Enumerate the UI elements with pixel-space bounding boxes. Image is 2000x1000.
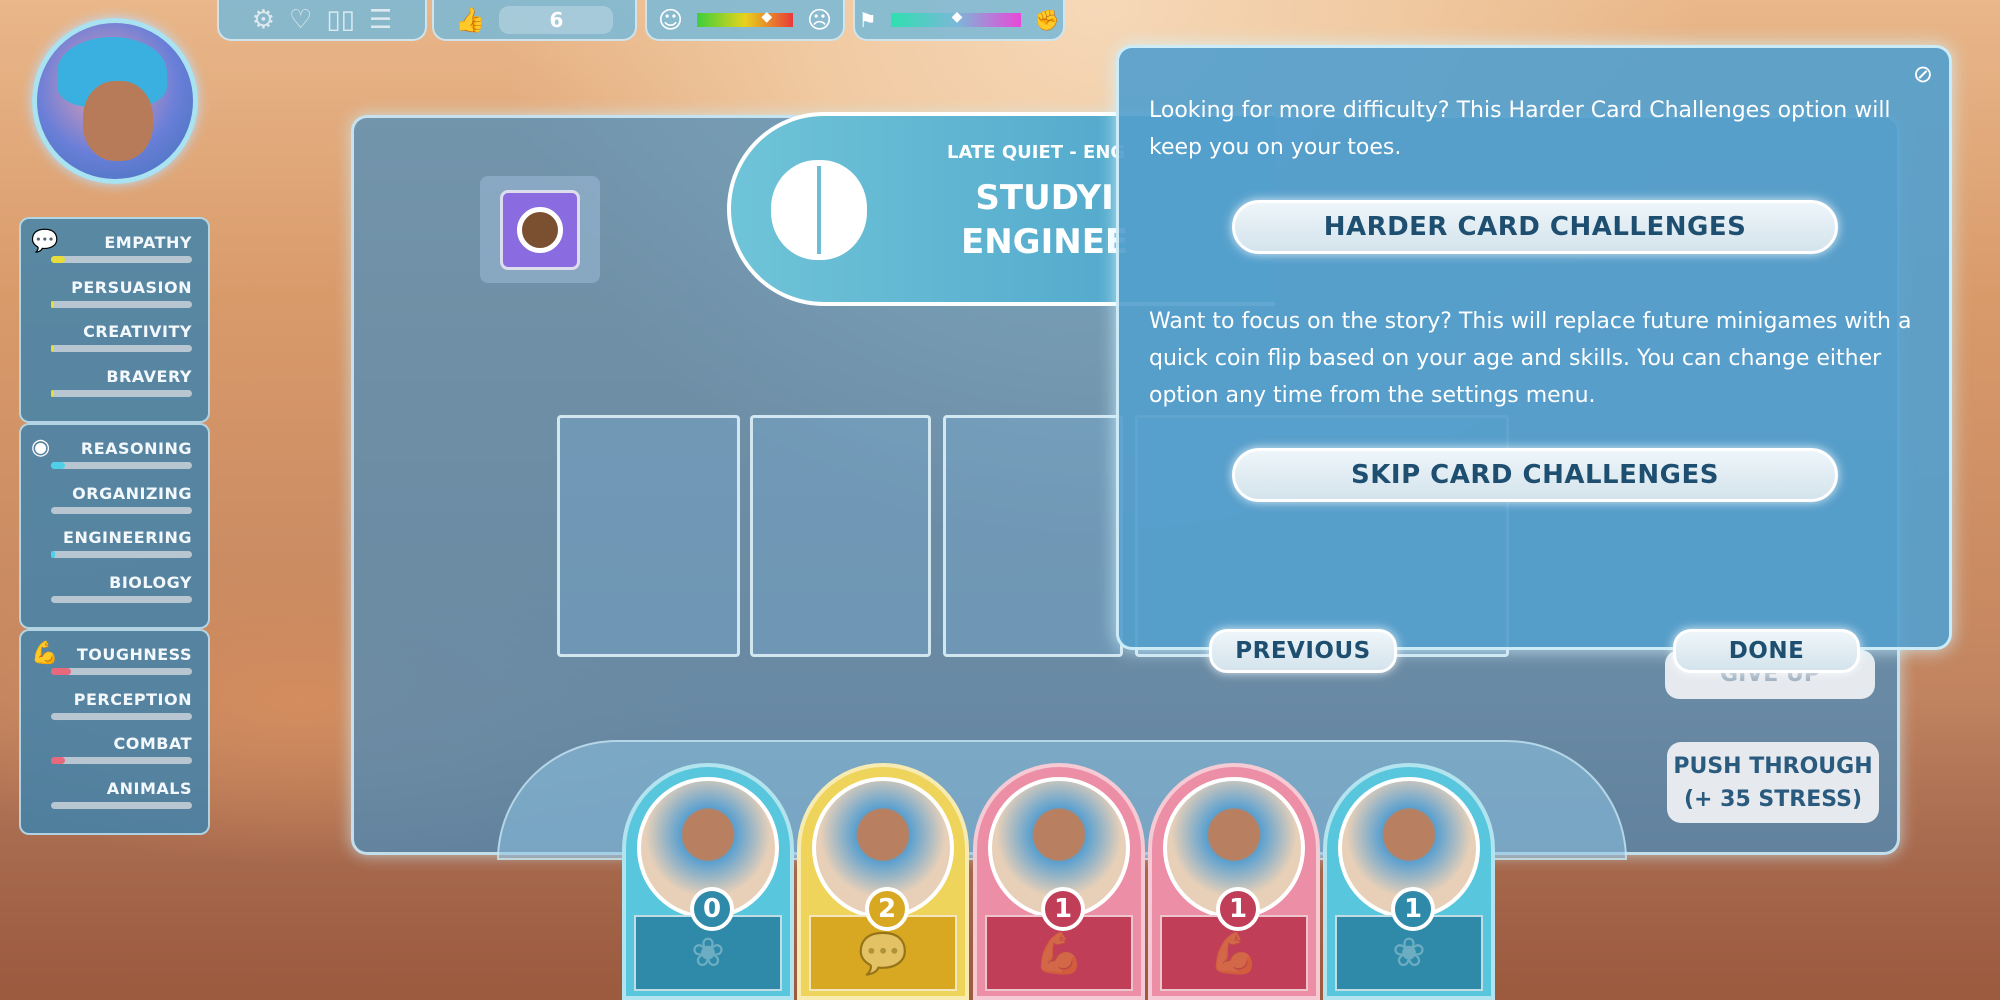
skill-biology[interactable]: BIOLOGY <box>49 573 192 618</box>
skill-progress-bar <box>51 595 192 603</box>
skill-reasoning[interactable]: REASONING <box>49 439 192 484</box>
skill-progress-bar <box>51 256 192 263</box>
card-slot[interactable] <box>750 415 931 657</box>
skill-progress-bar <box>51 757 192 764</box>
skill-progress-bar <box>51 462 192 469</box>
skill-label: BRAVERY <box>106 366 192 386</box>
done-button[interactable]: DONE <box>1673 629 1860 673</box>
menu-icon[interactable]: ☰ <box>369 7 392 33</box>
skill-bravery[interactable]: BRAVERY <box>49 367 192 412</box>
hide-icon[interactable]: ⊘ <box>1913 60 1933 88</box>
likes-value: 6 <box>499 5 614 34</box>
stance-meter: ⚑ ◆ ✊ <box>853 0 1065 41</box>
mood-meter: ☺ ◆ ☹ <box>645 0 845 41</box>
skill-progress-bar <box>51 345 192 352</box>
skill-progress-bar <box>51 551 192 558</box>
skill-perception[interactable]: PERCEPTION <box>49 690 192 735</box>
skill-card-muscle[interactable]: 💪 1 <box>973 763 1145 1000</box>
likes-counter: 👍 6 <box>432 0 637 41</box>
harder-card-challenges-button[interactable]: HARDER CARD CHALLENGES <box>1232 200 1838 254</box>
flag-icon: ⚑ <box>858 7 877 32</box>
brain-icon <box>771 160 867 260</box>
harder-description: Looking for more difficulty? This Harder… <box>1149 98 1891 160</box>
card-value: 2 <box>865 887 909 931</box>
skill-combat[interactable]: COMBAT <box>49 734 192 779</box>
card-value: 1 <box>1216 887 1260 931</box>
skill-label: PERCEPTION <box>73 689 192 709</box>
mood-bar: ◆ <box>697 9 793 27</box>
skill-persuasion[interactable]: PERSUASION <box>49 278 192 323</box>
coin-icon <box>517 207 563 253</box>
menu-bar: ⚙ ♡ ▯▯ ☰ <box>217 0 427 41</box>
skill-label: REASONING <box>80 439 192 458</box>
skill-group: ◉ REASONING ORGANIZING ENGINEERING BIOLOGY <box>19 423 210 629</box>
happy-face-icon: ☺ <box>657 5 683 34</box>
skill-progress-bar <box>51 801 192 809</box>
skill-label: TOUGHNESS <box>76 645 192 664</box>
skill-toughness[interactable]: TOUGHNESS <box>49 645 192 690</box>
skip-description: Want to focus on the story? This will re… <box>1149 309 1912 408</box>
difficulty-dialog: ⊘ Looking for more difficulty? This Hard… <box>1116 45 1952 650</box>
skill-creativity[interactable]: CREATIVITY <box>49 322 192 367</box>
skill-label: ENGINEERING <box>63 528 192 547</box>
skill-label: PERSUASION <box>71 277 192 297</box>
skill-progress-bar <box>51 506 192 514</box>
player-avatar[interactable] <box>32 18 198 184</box>
card-value: 1 <box>1041 887 1085 931</box>
skill-label: BIOLOGY <box>109 572 192 592</box>
skill-label: EMPATHY <box>104 233 192 252</box>
skill-label: ORGANIZING <box>72 483 192 503</box>
muscle-icon: 💪 <box>31 641 59 666</box>
skill-progress-bar <box>51 300 192 308</box>
cards-icon[interactable]: ▯▯ <box>326 7 355 33</box>
thumbs-up-icon: 👍 <box>455 5 486 34</box>
skip-card-challenges-button[interactable]: SKIP CARD CHALLENGES <box>1232 448 1838 502</box>
card-slot[interactable] <box>943 415 1123 657</box>
skill-organizing[interactable]: ORGANIZING <box>49 484 192 529</box>
speech-bubble-icon: 💬 <box>31 229 59 254</box>
skill-card-muscle[interactable]: 💪 1 <box>1148 763 1320 1000</box>
card-value: 1 <box>1391 887 1435 931</box>
skill-label: ANIMALS <box>106 778 192 798</box>
card-value: 0 <box>690 887 734 931</box>
skill-animals[interactable]: ANIMALS <box>49 779 192 824</box>
activity-title: STUDYI ENGINEE <box>961 178 1129 262</box>
skill-engineering[interactable]: ENGINEERING <box>49 528 192 573</box>
skill-progress-bar <box>51 389 192 397</box>
skill-group: 💬 EMPATHY PERSUASION CREATIVITY BRAVERY <box>19 217 210 423</box>
brain-icon: ◉ <box>31 435 51 460</box>
skill-label: CREATIVITY <box>83 322 192 341</box>
skill-progress-bar <box>51 712 192 720</box>
skill-card-brain[interactable]: ❀ 1 <box>1323 763 1495 1000</box>
heart-icon[interactable]: ♡ <box>289 7 312 33</box>
skill-label: COMBAT <box>113 734 192 753</box>
stance-bar: ◆ <box>890 9 1021 27</box>
previous-button[interactable]: PREVIOUS <box>1209 629 1397 673</box>
fist-icon: ✊ <box>1034 7 1060 32</box>
coin-item[interactable] <box>480 176 600 283</box>
skill-empathy[interactable]: EMPATHY <box>49 233 192 278</box>
skill-progress-bar <box>51 668 192 675</box>
activity-time: LATE QUIET - ENG <box>947 142 1126 163</box>
sad-face-icon: ☹ <box>807 5 833 34</box>
push-through-button[interactable]: PUSH THROUGH (+ 35 STRESS) <box>1667 742 1879 823</box>
skill-card-speech[interactable]: 💬 2 <box>797 763 969 1000</box>
skill-card-brain[interactable]: ❀ 0 <box>622 763 794 1000</box>
card-slot[interactable] <box>557 415 740 657</box>
gear-icon[interactable]: ⚙ <box>252 7 275 33</box>
skills-panel: 💬 EMPATHY PERSUASION CREATIVITY BRAVERY ◉ REAS… <box>19 217 210 835</box>
skill-group: 💪 TOUGHNESS PERCEPTION COMBAT ANIMALS <box>19 629 210 835</box>
